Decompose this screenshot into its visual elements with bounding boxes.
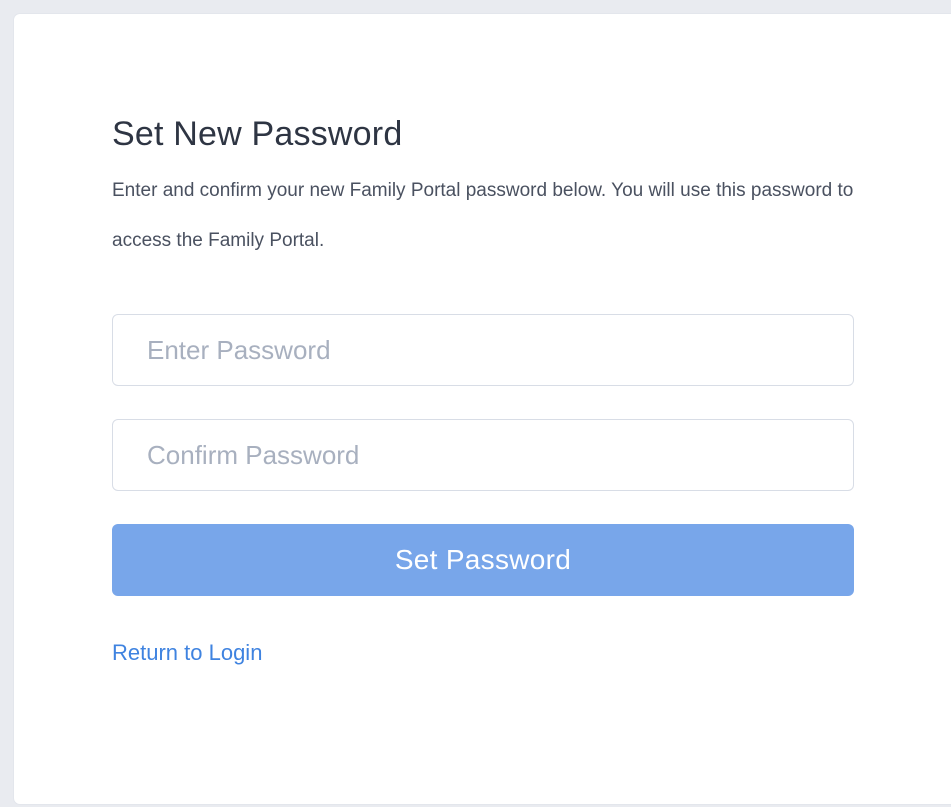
page-title: Set New Password (112, 115, 403, 153)
return-to-login-link[interactable]: Return to Login (112, 640, 262, 666)
set-password-card: Set New Password Enter and confirm your … (14, 14, 951, 804)
confirm-password-field[interactable] (112, 419, 854, 491)
password-field[interactable] (112, 314, 854, 386)
form-description: Enter and confirm your new Family Portal… (112, 180, 854, 251)
form-container: Set New Password Enter and confirm your … (112, 114, 854, 666)
set-password-button[interactable]: Set Password (112, 524, 854, 596)
